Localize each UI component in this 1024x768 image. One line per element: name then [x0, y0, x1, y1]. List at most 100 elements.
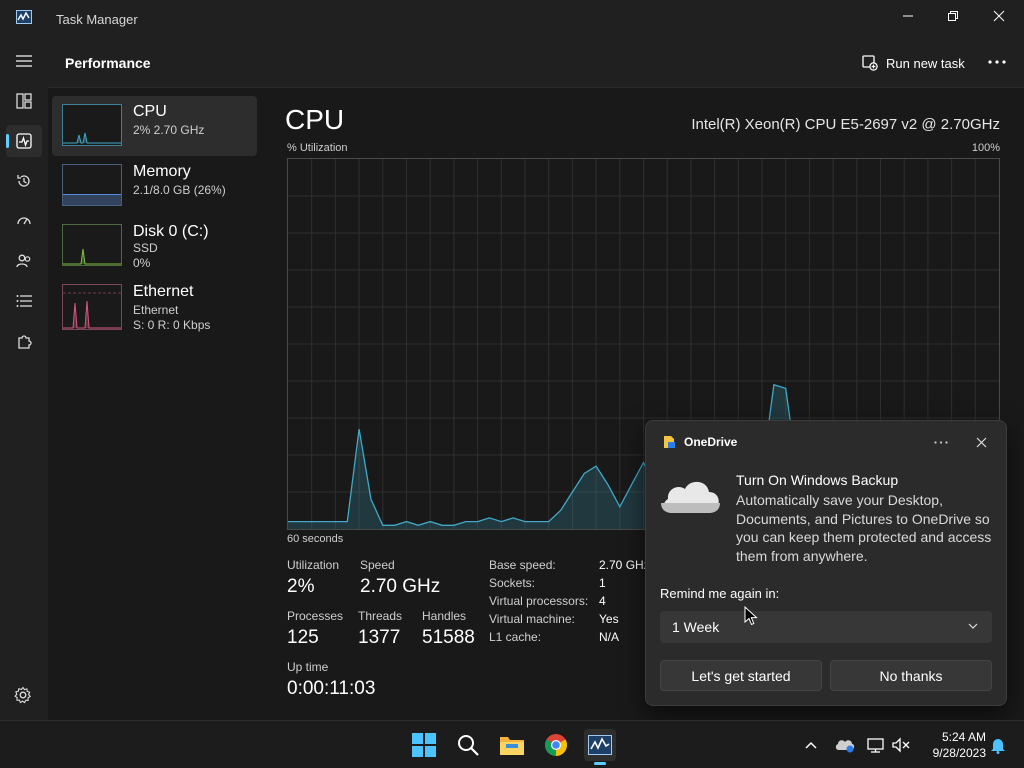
users-icon: [16, 254, 31, 268]
processes-icon: [16, 93, 32, 109]
onedrive-cloud-icon: [835, 740, 855, 753]
no-thanks-button[interactable]: No thanks: [830, 660, 992, 691]
spec-key: Sockets:: [489, 576, 536, 590]
disk-thumbnail: [62, 224, 122, 266]
run-new-task-button[interactable]: Run new task: [862, 51, 965, 75]
restore-icon: [948, 11, 958, 21]
nav-details[interactable]: [6, 285, 42, 317]
chrome-icon: [545, 734, 567, 756]
volume-tray-button[interactable]: [886, 729, 916, 761]
processes-label: Processes: [287, 609, 344, 623]
cloud-icon: [661, 481, 720, 513]
chevron-down-icon: [968, 623, 978, 629]
utilization-axis-label: % Utilization: [287, 142, 348, 154]
close-icon: [993, 10, 1005, 22]
gear-icon: [14, 686, 32, 704]
onedrive-notification: OneDrive Turn On Windows Backup Automati…: [645, 420, 1007, 706]
spec-value: Yes: [599, 612, 619, 626]
perf-item-disk[interactable]: Disk 0 (C:) SSD 0%: [52, 216, 257, 276]
search-icon: [458, 735, 479, 756]
spec-value: N/A: [599, 630, 620, 644]
spec-key: Base speed:: [489, 558, 556, 572]
nav-processes[interactable]: [6, 85, 42, 117]
spec-value: 1: [599, 576, 606, 590]
spec-key: L1 cache:: [489, 630, 542, 644]
task-manager-app-icon: [16, 10, 32, 24]
clock-time: 5:24 AM: [941, 730, 986, 744]
spec-value: 4: [599, 594, 606, 608]
perf-item-detail: SSD: [133, 241, 158, 255]
remind-label: Remind me again in:: [660, 586, 780, 601]
processes-value: 125: [287, 627, 319, 648]
task-manager-icon: [588, 735, 612, 755]
perf-item-memory[interactable]: Memory 2.1/8.0 GB (26%): [52, 156, 257, 216]
perf-item-detail: S: 0 R: 0 Kbps: [133, 318, 211, 332]
running-indicator: [594, 762, 606, 765]
chevron-up-icon: [805, 741, 817, 749]
perf-item-detail: 2.1/8.0 GB (26%): [133, 183, 226, 197]
lets-get-started-button[interactable]: Let's get started: [660, 660, 822, 691]
taskbar: 5:24 AM 9/28/2023: [0, 720, 1024, 768]
close-button[interactable]: [976, 0, 1022, 32]
history-icon: [17, 175, 30, 187]
page-header: Performance Run new task: [48, 38, 1024, 87]
notification-close-button[interactable]: [969, 432, 993, 452]
side-navigation: [0, 38, 48, 720]
chrome-button[interactable]: [540, 729, 572, 761]
memory-thumbnail: [62, 164, 122, 206]
perf-item-name: Memory: [133, 163, 191, 180]
hamburger-menu-icon: [16, 55, 32, 67]
show-hidden-icons-button[interactable]: [796, 729, 826, 761]
start-button[interactable]: [408, 729, 440, 761]
threads-label: Threads: [358, 609, 403, 623]
folder-icon: [500, 737, 524, 755]
spec-key: Virtual machine:: [489, 612, 575, 626]
minimize-icon: [903, 15, 913, 17]
run-task-icon: [862, 55, 878, 71]
uptime-value: 0:00:11:03: [287, 678, 376, 699]
more-horizontal-icon: [988, 60, 1006, 64]
details-list-icon: [16, 295, 32, 307]
perf-item-ethernet[interactable]: Ethernet Ethernet S: 0 R: 0 Kbps: [52, 276, 257, 348]
more-horizontal-icon: [934, 440, 948, 444]
minimize-button[interactable]: [885, 0, 931, 32]
nav-performance[interactable]: [6, 125, 42, 157]
remind-interval-dropdown[interactable]: 1 Week: [660, 611, 992, 643]
notification-body: Automatically save your Desktop, Documen…: [736, 492, 992, 564]
volume-muted-icon: [892, 737, 910, 753]
uptime-label: Up time: [287, 660, 329, 674]
restore-button[interactable]: [930, 0, 976, 32]
max-axis-label: 100%: [971, 142, 1000, 154]
onedrive-tray-button[interactable]: [830, 729, 860, 761]
more-options-button[interactable]: [983, 50, 1011, 74]
nav-services[interactable]: [6, 325, 42, 357]
perf-item-cpu[interactable]: CPU 2% 2.70 GHz: [52, 96, 257, 156]
perf-item-detail: 2% 2.70 GHz: [133, 123, 205, 137]
task-manager-taskbar-button[interactable]: [584, 729, 616, 765]
nav-users[interactable]: [6, 245, 42, 277]
settings-button[interactable]: [14, 686, 32, 709]
perf-item-name: Disk 0 (C:): [133, 223, 209, 240]
time-axis-label: 60 seconds: [287, 533, 344, 545]
notification-more-button[interactable]: [929, 433, 953, 451]
utilization-value: 2%: [287, 576, 315, 597]
speedometer-icon: [17, 217, 31, 225]
speed-label: Speed: [360, 558, 395, 572]
window-title: Task Manager: [56, 12, 138, 27]
notifications-button[interactable]: [984, 729, 1012, 761]
handles-value: 51588: [422, 627, 475, 648]
nav-menu-button[interactable]: [6, 45, 42, 77]
file-explorer-button[interactable]: [496, 729, 528, 761]
cpu-thumbnail: [62, 104, 122, 146]
taskbar-clock[interactable]: 5:24 AM 9/28/2023: [916, 729, 986, 761]
active-indicator: [6, 134, 9, 148]
services-puzzle-icon: [18, 335, 32, 349]
nav-app-history[interactable]: [6, 165, 42, 197]
nav-startup-apps[interactable]: [6, 205, 42, 237]
run-new-task-label: Run new task: [886, 55, 965, 71]
performance-icon: [16, 133, 32, 149]
windows-start-icon: [412, 733, 436, 757]
search-button[interactable]: [452, 729, 484, 761]
remind-interval-value: 1 Week: [672, 619, 720, 635]
page-title: Performance: [65, 55, 151, 71]
